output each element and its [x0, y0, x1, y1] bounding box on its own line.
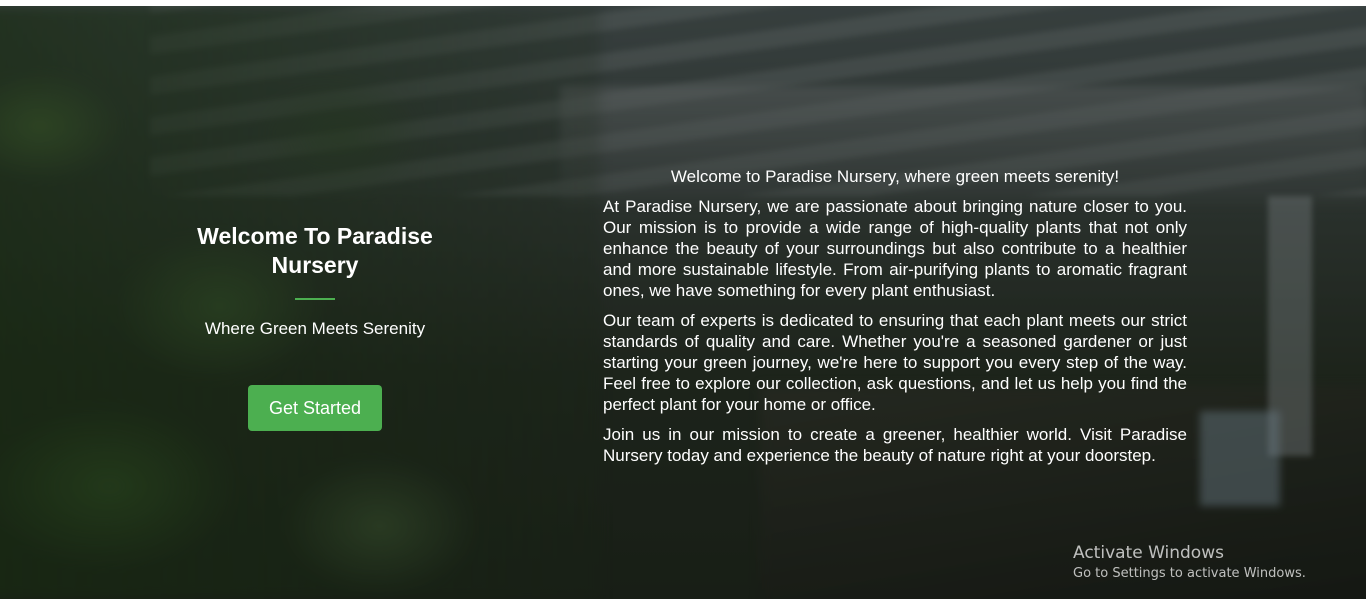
- intro-tagline: Where Green Meets Serenity: [204, 319, 426, 338]
- about-panel: Welcome to Paradise Nursery, where green…: [603, 166, 1187, 475]
- title-divider: [295, 298, 335, 300]
- watermark-title: Activate Windows: [1073, 543, 1224, 563]
- about-heading: Welcome to Paradise Nursery, where green…: [670, 167, 1120, 186]
- about-paragraph: At Paradise Nursery, we are passionate a…: [603, 197, 1187, 300]
- activate-windows-watermark: Activate Windows Go to Settings to activ…: [1073, 542, 1306, 583]
- about-paragraph: Our team of experts is dedicated to ensu…: [603, 311, 1187, 414]
- watermark-subtitle: Go to Settings to activate Windows.: [1073, 566, 1306, 581]
- about-paragraph: Join us in our mission to create a green…: [603, 425, 1187, 465]
- get-started-button[interactable]: Get Started: [248, 385, 382, 431]
- intro-title: Welcome To Paradise Nursery: [197, 223, 433, 278]
- hero-section: Welcome To Paradise Nursery Where Green …: [0, 6, 1366, 599]
- intro-panel: Welcome To Paradise Nursery Where Green …: [165, 222, 465, 431]
